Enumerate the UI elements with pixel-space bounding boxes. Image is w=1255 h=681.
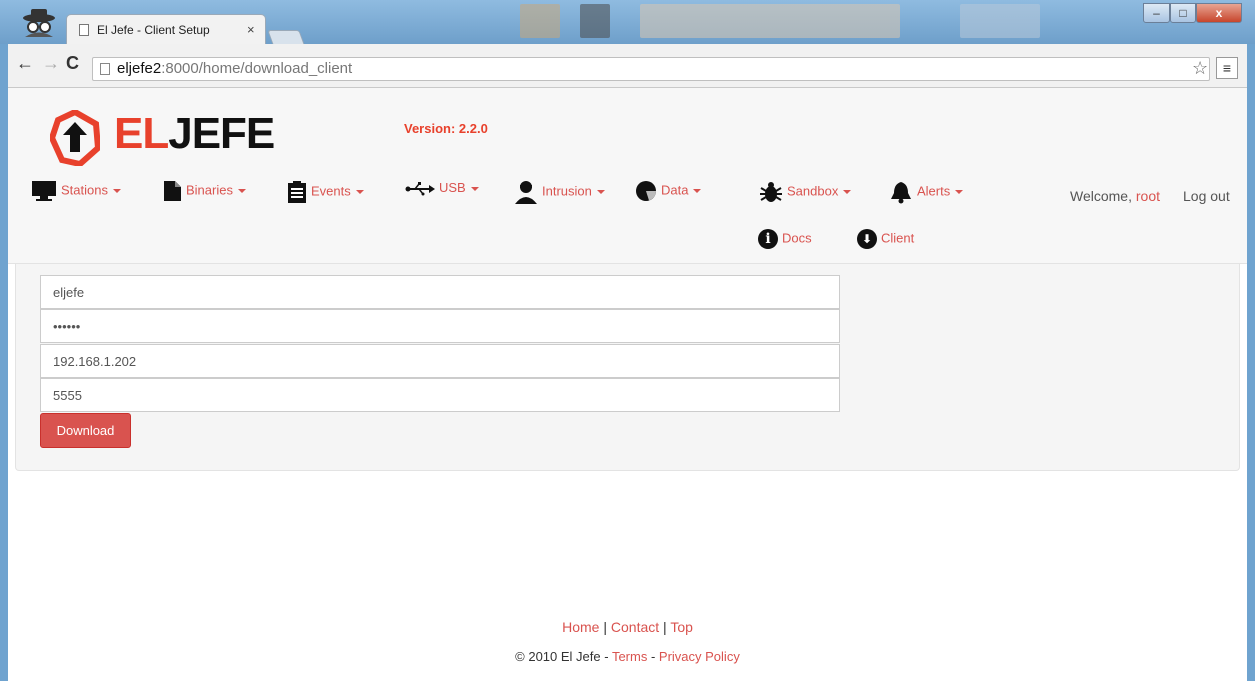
file-icon	[164, 181, 181, 201]
eljefe-logo-icon[interactable]	[50, 110, 100, 166]
tab-close-icon[interactable]: ×	[247, 22, 255, 37]
chevron-down-icon	[596, 190, 605, 194]
footer-dash: -	[647, 649, 659, 664]
version-label: Version: 2.2.0	[404, 121, 488, 136]
chevron-down-icon	[470, 186, 479, 191]
nav-client-label: Client	[881, 230, 915, 246]
nav-data-label: Data	[661, 182, 689, 198]
pie-chart-icon	[636, 181, 656, 201]
nav-events[interactable]: Events	[287, 180, 364, 204]
nav-binaries[interactable]: Binaries	[162, 180, 246, 202]
url-text[interactable]: eljefe2:8000/home/download_client	[117, 60, 352, 77]
incognito-icon	[23, 9, 55, 37]
footer-separator: |	[663, 619, 667, 635]
nav-alerts-label: Alerts	[917, 183, 951, 199]
footer-copyright: © 2010 El Jefe - Terms - Privacy Policy	[0, 649, 1255, 664]
nav-usb[interactable]: USB	[405, 180, 479, 196]
minimize-button[interactable]: –	[1143, 3, 1170, 23]
user-link[interactable]: root	[1136, 188, 1160, 204]
nav-binaries-label: Binaries	[186, 182, 233, 198]
reload-icon[interactable]: C	[66, 53, 79, 74]
download-button[interactable]: Download	[40, 413, 131, 448]
eljefe-logo-text[interactable]: ELJEFE	[114, 109, 275, 159]
nav-intrusion-label: Intrusion	[542, 183, 592, 199]
nav-docs[interactable]: i Docs	[758, 229, 812, 249]
footer-home-link[interactable]: Home	[562, 619, 599, 635]
chevron-down-icon	[843, 190, 852, 194]
usb-icon	[405, 181, 435, 196]
logout-link[interactable]: Log out	[1183, 188, 1230, 204]
tab-title: El Jefe - Client Setup	[97, 23, 210, 37]
address-bar[interactable]: eljefe2:8000/home/download_client	[92, 57, 1210, 81]
clipboard-icon	[288, 181, 306, 203]
footer-separator: |	[603, 619, 607, 635]
info-icon: i	[758, 229, 778, 249]
window-border-right	[1247, 88, 1255, 681]
back-arrow-icon[interactable]: ←	[16, 53, 34, 74]
copyright-text: © 2010 El Jefe -	[515, 649, 612, 664]
bug-icon	[760, 182, 782, 202]
chevron-down-icon	[955, 190, 964, 194]
footer-contact-link[interactable]: Contact	[611, 619, 659, 635]
welcome-text: Welcome, root	[1070, 188, 1160, 204]
close-window-button[interactable]: x	[1196, 3, 1242, 23]
nav-sandbox-label: Sandbox	[787, 183, 839, 199]
nav-events-label: Events	[311, 183, 351, 199]
window-border-left	[0, 88, 8, 681]
nav-data[interactable]: Data	[635, 180, 702, 202]
nav-sandbox[interactable]: Sandbox	[759, 180, 852, 204]
chrome-menu-icon[interactable]: ≡	[1216, 57, 1238, 79]
intruder-icon	[515, 181, 537, 204]
chevron-down-icon	[355, 190, 364, 194]
privacy-policy-link[interactable]: Privacy Policy	[659, 649, 740, 664]
nav-stations-label: Stations	[61, 182, 108, 198]
password-field[interactable]: ••••••	[40, 309, 840, 343]
nav-client[interactable]: ⬇ Client	[857, 229, 914, 249]
footer-links: Home | Contact | Top	[0, 619, 1255, 635]
nav-docs-label: Docs	[782, 230, 812, 246]
chevron-down-icon	[112, 189, 121, 193]
nav-intrusion[interactable]: Intrusion	[514, 180, 605, 204]
terms-link[interactable]: Terms	[612, 649, 647, 664]
host-ip-field[interactable]: 192.168.1.202	[40, 344, 840, 378]
maximize-button[interactable]: □	[1170, 3, 1196, 23]
port-field[interactable]: 5555	[40, 378, 840, 412]
download-circle-icon: ⬇	[857, 229, 877, 249]
bookmark-star-icon[interactable]: ☆	[1192, 58, 1208, 79]
browser-tab[interactable]: El Jefe - Client Setup ×	[66, 14, 266, 44]
chevron-down-icon	[237, 189, 246, 193]
bell-icon	[891, 182, 911, 204]
new-tab-button[interactable]	[267, 30, 305, 45]
forward-arrow-icon[interactable]: →	[42, 53, 60, 74]
page-icon	[100, 63, 110, 75]
footer-top-link[interactable]: Top	[670, 619, 693, 635]
username-field[interactable]: eljefe	[40, 275, 840, 309]
chevron-down-icon	[693, 189, 702, 193]
nav-alerts[interactable]: Alerts	[889, 180, 964, 204]
nav-usb-label: USB	[439, 180, 466, 195]
nav-stations[interactable]: Stations	[31, 180, 121, 202]
page-icon	[79, 24, 89, 36]
monitor-icon	[32, 181, 56, 201]
